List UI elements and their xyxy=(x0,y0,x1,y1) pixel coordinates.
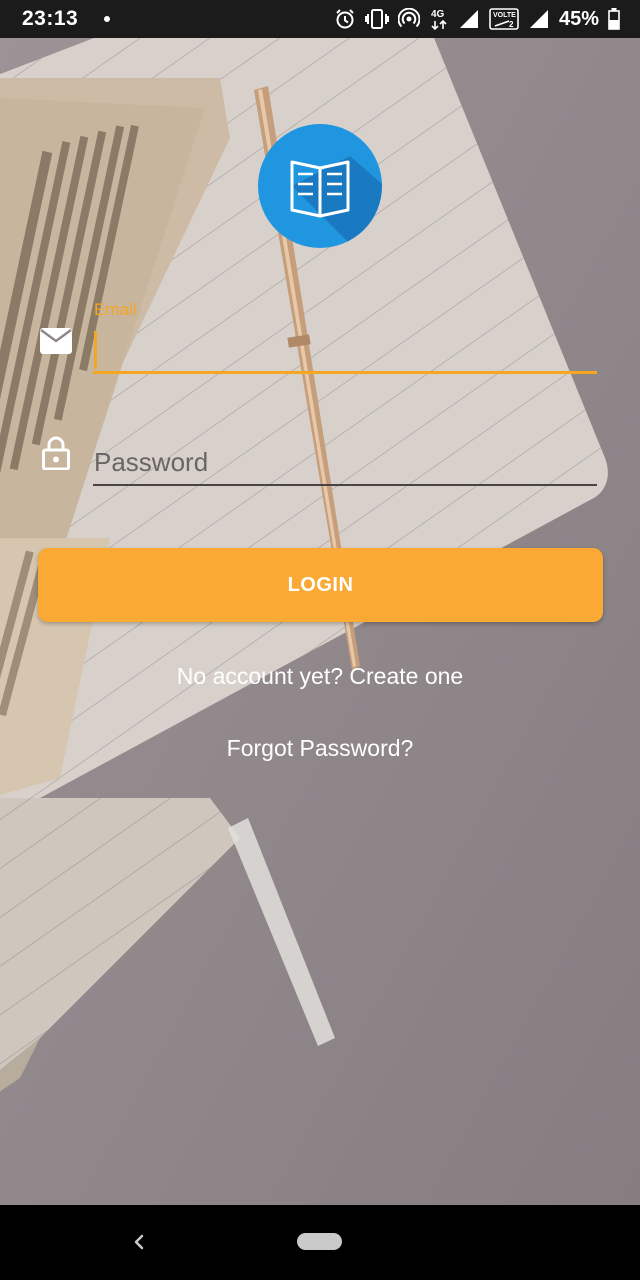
vibrate-icon xyxy=(364,8,389,30)
battery-icon xyxy=(608,8,620,30)
status-icons: 4G VOLTE 2 45% xyxy=(334,0,620,38)
notification-dot-icon xyxy=(104,16,110,22)
open-book-icon xyxy=(290,156,382,248)
mail-icon xyxy=(40,328,72,359)
4g-icon: 4G xyxy=(429,7,449,31)
password-field[interactable] xyxy=(93,440,597,486)
status-bar: 23:13 4G VOLTE 2 45% xyxy=(0,0,640,38)
email-label: Email xyxy=(94,300,137,319)
volte-sub: 2 xyxy=(509,20,514,29)
battery-percent: 45% xyxy=(558,7,599,30)
lock-icon xyxy=(42,436,70,475)
home-pill-icon[interactable] xyxy=(297,1233,342,1250)
alarm-icon xyxy=(334,8,356,30)
forgot-password-link[interactable]: Forgot Password? xyxy=(0,735,640,762)
login-button[interactable]: LOGIN xyxy=(38,548,603,622)
hotspot-icon xyxy=(397,8,420,30)
volte-label: VOLTE xyxy=(493,12,516,19)
status-time: 23:13 xyxy=(22,7,79,30)
app-logo xyxy=(258,124,382,248)
signal-icon xyxy=(528,8,550,30)
back-chevron-icon[interactable] xyxy=(126,1229,152,1255)
signal-icon xyxy=(458,8,480,30)
network-label: 4G xyxy=(431,9,445,20)
text-caret xyxy=(94,331,97,369)
create-account-link[interactable]: No account yet? Create one xyxy=(0,663,640,690)
email-field[interactable] xyxy=(93,324,597,374)
volte-icon: VOLTE 2 xyxy=(489,8,519,30)
